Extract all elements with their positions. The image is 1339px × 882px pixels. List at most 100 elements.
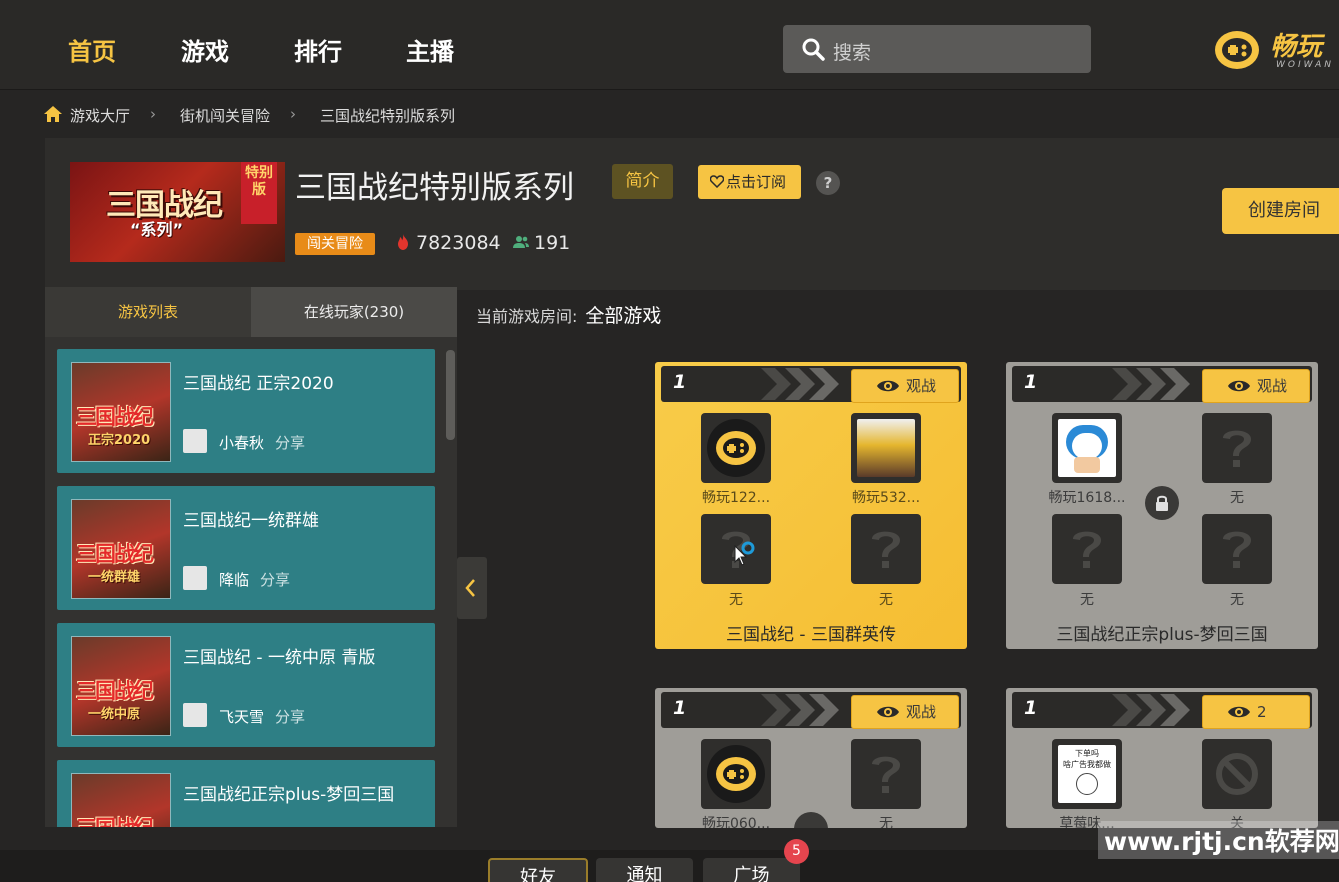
logo-subtext: WOIWAN: [1276, 60, 1334, 70]
player-count-value: 191: [534, 232, 571, 254]
closed-seat[interactable]: [1202, 739, 1272, 809]
nav-games[interactable]: 游戏: [181, 32, 229, 67]
watch-button[interactable]: 观战: [1202, 369, 1310, 403]
avatar: [857, 419, 915, 477]
player-seat[interactable]: [1052, 413, 1122, 483]
seat-name: 畅玩1618...: [1048, 490, 1126, 506]
cover-subtitle: “系列”: [130, 220, 184, 239]
tab-friends[interactable]: 好友: [488, 858, 588, 882]
game-list: 三国战纪 正宗2020 三国战纪 正宗2020 小春秋 分享 三国战纪 一统群雄…: [45, 337, 457, 827]
eye-icon: [877, 380, 899, 392]
game-name: 三国战纪一统群雄: [183, 511, 319, 531]
create-room-button[interactable]: 创建房间: [1222, 188, 1339, 234]
seat-name: 无: [879, 592, 893, 608]
subscribe-button[interactable]: 点击订阅: [698, 165, 801, 199]
category-badge[interactable]: 闯关冒险: [295, 233, 375, 255]
game-thumbnail: 三国战纪 一统群雄: [71, 499, 171, 599]
avatar[interactable]: [183, 429, 207, 453]
tab-notifications[interactable]: 通知: [596, 858, 693, 882]
share-label: 分享: [275, 434, 306, 452]
help-icon[interactable]: ?: [816, 171, 840, 195]
lock-icon: [794, 812, 828, 828]
watch-label: 观战: [1257, 377, 1288, 395]
intro-button[interactable]: 简介: [612, 164, 673, 199]
empty-seat[interactable]: [1052, 514, 1122, 584]
empty-seat[interactable]: [851, 739, 921, 809]
chevrons-decoration-icon: [1112, 368, 1190, 400]
room-number: 1: [673, 371, 687, 393]
current-room-value[interactable]: 全部游戏: [585, 305, 661, 327]
eye-icon: [877, 706, 899, 718]
game-list-item[interactable]: 三国战纪 一统群雄 三国战纪一统群雄 降临 分享: [57, 486, 435, 610]
game-thumbnail: 三国战纪: [71, 773, 171, 827]
empty-seat[interactable]: [1202, 514, 1272, 584]
meme-text-line: 下单吗: [1075, 749, 1099, 758]
game-list-item[interactable]: 三国战纪 正宗2020 三国战纪 正宗2020 小春秋 分享: [57, 349, 435, 473]
question-mark-icon: [1223, 430, 1251, 467]
collapse-panel-button[interactable]: [457, 557, 487, 619]
game-list-item[interactable]: 三国战纪 三国战纪正宗plus-梦回三国: [57, 760, 435, 827]
empty-seat[interactable]: [701, 514, 771, 584]
player-seat[interactable]: 下单吗 啥广告我都做: [1052, 739, 1122, 809]
avatar[interactable]: [183, 703, 207, 727]
player-seat[interactable]: [851, 413, 921, 483]
tab-plaza[interactable]: 广场: [703, 858, 800, 882]
room-header: 1 2: [1012, 692, 1312, 729]
tab-game-list[interactable]: 游戏列表: [45, 287, 251, 337]
play-count-value: 7823084: [416, 232, 501, 254]
seat-name: 畅玩060...: [701, 816, 771, 828]
player-seat[interactable]: [701, 739, 771, 809]
nav-ranking[interactable]: 排行: [294, 32, 342, 67]
nav-streamers[interactable]: 主播: [406, 32, 454, 67]
seat-name: 无: [879, 816, 893, 828]
sharer-name[interactable]: 降临: [219, 569, 249, 590]
home-icon[interactable]: [44, 106, 62, 122]
share-label: 分享: [275, 708, 306, 726]
search-input[interactable]: 搜索: [783, 25, 1091, 73]
room-card[interactable]: 1 观战 畅玩122... 畅玩532... 无 无 三国战纪 - 三国群英传: [655, 362, 967, 649]
sharer-name[interactable]: 小春秋: [219, 432, 264, 453]
current-room-label: 当前游戏房间:: [476, 307, 578, 326]
player-seat[interactable]: [701, 413, 771, 483]
room-card[interactable]: 1 2 下单吗 啥广告我都做 草莓味... 关: [1006, 688, 1318, 828]
thumbnail-subtitle: 正宗2020: [88, 433, 151, 448]
game-list-scrollbar[interactable]: [446, 350, 455, 440]
seat-name: 畅玩532...: [851, 490, 921, 506]
nav-home[interactable]: 首页: [68, 32, 116, 67]
thumbnail-title: 三国战纪: [76, 542, 154, 566]
lock-icon: [1145, 486, 1179, 520]
tab-online-players[interactable]: 在线玩家(230): [251, 287, 457, 337]
avatar[interactable]: [183, 566, 207, 590]
search-icon: [802, 38, 825, 61]
logo-text: 畅玩: [1270, 32, 1323, 62]
gamepad-avatar-icon: [707, 419, 765, 477]
sharer-name[interactable]: 飞天雪: [219, 706, 264, 727]
breadcrumb-lobby[interactable]: 游戏大厅: [70, 105, 130, 126]
logo-gamepad-icon: [1215, 31, 1259, 69]
users-icon: [513, 236, 529, 248]
game-name: 三国战纪正宗plus-梦回三国: [183, 785, 395, 805]
empty-seat[interactable]: [1202, 413, 1272, 483]
eye-icon: [1228, 706, 1250, 718]
logo[interactable]: 畅玩 WOIWAN: [1212, 26, 1339, 74]
room-card[interactable]: 1 观战 畅玩1618... 无 无 无 三国战纪正宗plus-梦回三国: [1006, 362, 1318, 649]
breadcrumb-category[interactable]: 街机闯关冒险: [180, 105, 270, 126]
watermark: www.rjtj.cn软荐网: [1098, 821, 1339, 859]
room-card[interactable]: 1 观战 畅玩060... 无: [655, 688, 967, 828]
seat-name: 无: [1230, 592, 1244, 608]
fire-icon: [398, 234, 408, 250]
question-mark-icon: [1223, 531, 1251, 568]
watch-count-button[interactable]: 2: [1202, 695, 1310, 729]
empty-seat[interactable]: [851, 514, 921, 584]
player-count: 191: [513, 232, 570, 254]
seat-name: 无: [1080, 592, 1094, 608]
share-label: 分享: [260, 571, 291, 589]
game-list-item[interactable]: 三国战纪 一统中原 三国战纪 - 一统中原 青版 飞天雪 分享: [57, 623, 435, 747]
watch-button[interactable]: 观战: [851, 369, 959, 403]
seat-name: 无: [1230, 490, 1244, 506]
notification-badge: 5: [784, 839, 809, 864]
blocked-icon: [1216, 753, 1258, 795]
watch-button[interactable]: 观战: [851, 695, 959, 729]
game-thumbnail: 三国战纪 一统中原: [71, 636, 171, 736]
chevrons-decoration-icon: [1112, 694, 1190, 726]
